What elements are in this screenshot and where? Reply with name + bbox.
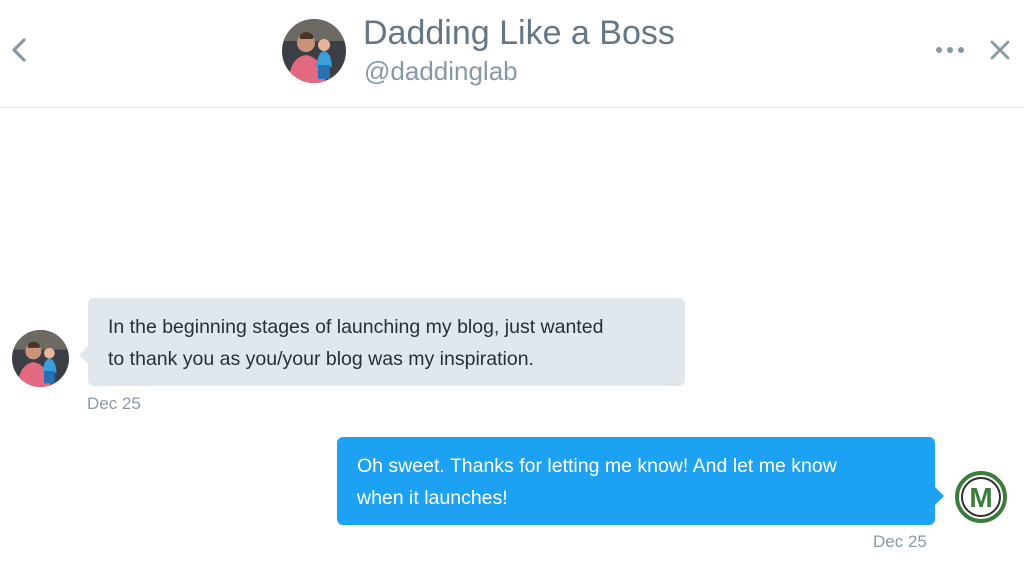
contact-handle[interactable]: @daddinglab <box>364 56 518 87</box>
message-text-line: to thank you as you/your blog was my ins… <box>108 348 534 370</box>
message-timestamp: Dec 25 <box>873 532 927 551</box>
self-avatar-logo-letter: M <box>969 482 992 513</box>
self-avatar[interactable]: M <box>953 469 1009 525</box>
close-icon <box>990 40 1010 60</box>
close-button[interactable] <box>986 36 1014 64</box>
more-options-button[interactable] <box>932 38 968 62</box>
contact-avatar[interactable] <box>282 19 346 83</box>
chevron-left-icon <box>12 38 26 62</box>
message-text-line: In the beginning stages of launching my … <box>108 316 604 338</box>
message-text-line: when it launches! <box>357 487 508 509</box>
message-timestamp: Dec 25 <box>87 394 141 413</box>
more-horizontal-icon <box>936 47 964 53</box>
message-text-line: Oh sweet. Thanks for letting me know! An… <box>357 455 837 477</box>
sender-avatar[interactable] <box>12 330 69 387</box>
outgoing-message-bubble[interactable]: Oh sweet. Thanks for letting me know! An… <box>337 437 944 525</box>
incoming-message-bubble[interactable]: In the beginning stages of launching my … <box>79 298 685 386</box>
back-button[interactable] <box>6 34 34 66</box>
contact-display-name[interactable]: Dadding Like a Boss <box>363 14 675 53</box>
conversation-header: Dadding Like a Boss @daddinglab <box>0 0 1024 108</box>
